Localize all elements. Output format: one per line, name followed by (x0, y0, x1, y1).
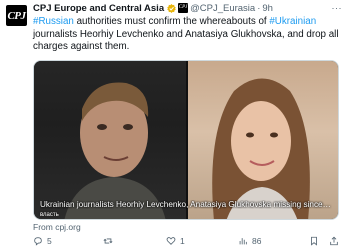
woman-portrait-graphic (212, 78, 310, 219)
author-avatar[interactable]: CPJ (6, 5, 27, 26)
author-handle[interactable]: @CPJ_Eurasia (190, 3, 255, 14)
reply-icon (34, 237, 42, 246)
author-name[interactable]: CPJ Europe and Central Asia (33, 3, 164, 14)
reply-button[interactable]: 5 (33, 236, 52, 246)
image-watermark: власть (40, 212, 59, 218)
tweet-timestamp[interactable]: 9h (262, 3, 273, 14)
image-divider (186, 61, 188, 219)
tweet-header: CPJ Europe and Central Asia CPJ @CPJ_Eur… (33, 1, 344, 15)
views-count: 86 (252, 236, 262, 246)
tweet-card[interactable]: CPJ CPJ Europe and Central Asia CPJ @CPJ… (0, 0, 350, 250)
tweet-text: #Russian authorities must confirm the wh… (33, 16, 339, 54)
like-icon (166, 237, 176, 245)
cpj-logo-icon: CPJ (7, 9, 26, 22)
views-button[interactable]: 86 (238, 236, 261, 246)
like-count: 1 (180, 236, 185, 246)
share-button[interactable] (329, 236, 343, 246)
share-icon (330, 236, 338, 246)
separator-dot: · (257, 2, 261, 14)
tweet-text-part: authorities must confirm the whereabouts… (73, 16, 270, 27)
cpj-affiliate-icon: CPJ (178, 3, 189, 13)
tweet-actions: 5 1 86 (33, 236, 343, 250)
hashtag-russian[interactable]: #Russian (33, 16, 74, 27)
retweet-icon (103, 238, 113, 244)
reply-count: 5 (47, 236, 52, 246)
like-button[interactable]: 1 (166, 236, 185, 246)
tweet-text-part: journalists Heorhiy Levchenko and Anatas… (33, 28, 339, 53)
hashtag-ukrainian[interactable]: #Ukrainian (269, 16, 316, 27)
bookmark-icon (311, 236, 317, 246)
views-icon (239, 238, 247, 245)
verified-badge-icon (167, 3, 176, 13)
bookmark-button[interactable] (309, 236, 323, 246)
link-card-image[interactable]: Ukrainian journalists Heorhiy Levchenko,… (33, 60, 339, 220)
more-icon[interactable]: ··· (332, 3, 343, 13)
retweet-button[interactable] (103, 236, 117, 246)
link-source[interactable]: From cpj.org (33, 222, 81, 232)
photo-woman (186, 61, 338, 219)
link-card-caption: Ukrainian journalists Heorhiy Levchenko,… (40, 200, 332, 209)
man-portrait-graphic (64, 82, 166, 219)
photo-man (34, 61, 186, 219)
